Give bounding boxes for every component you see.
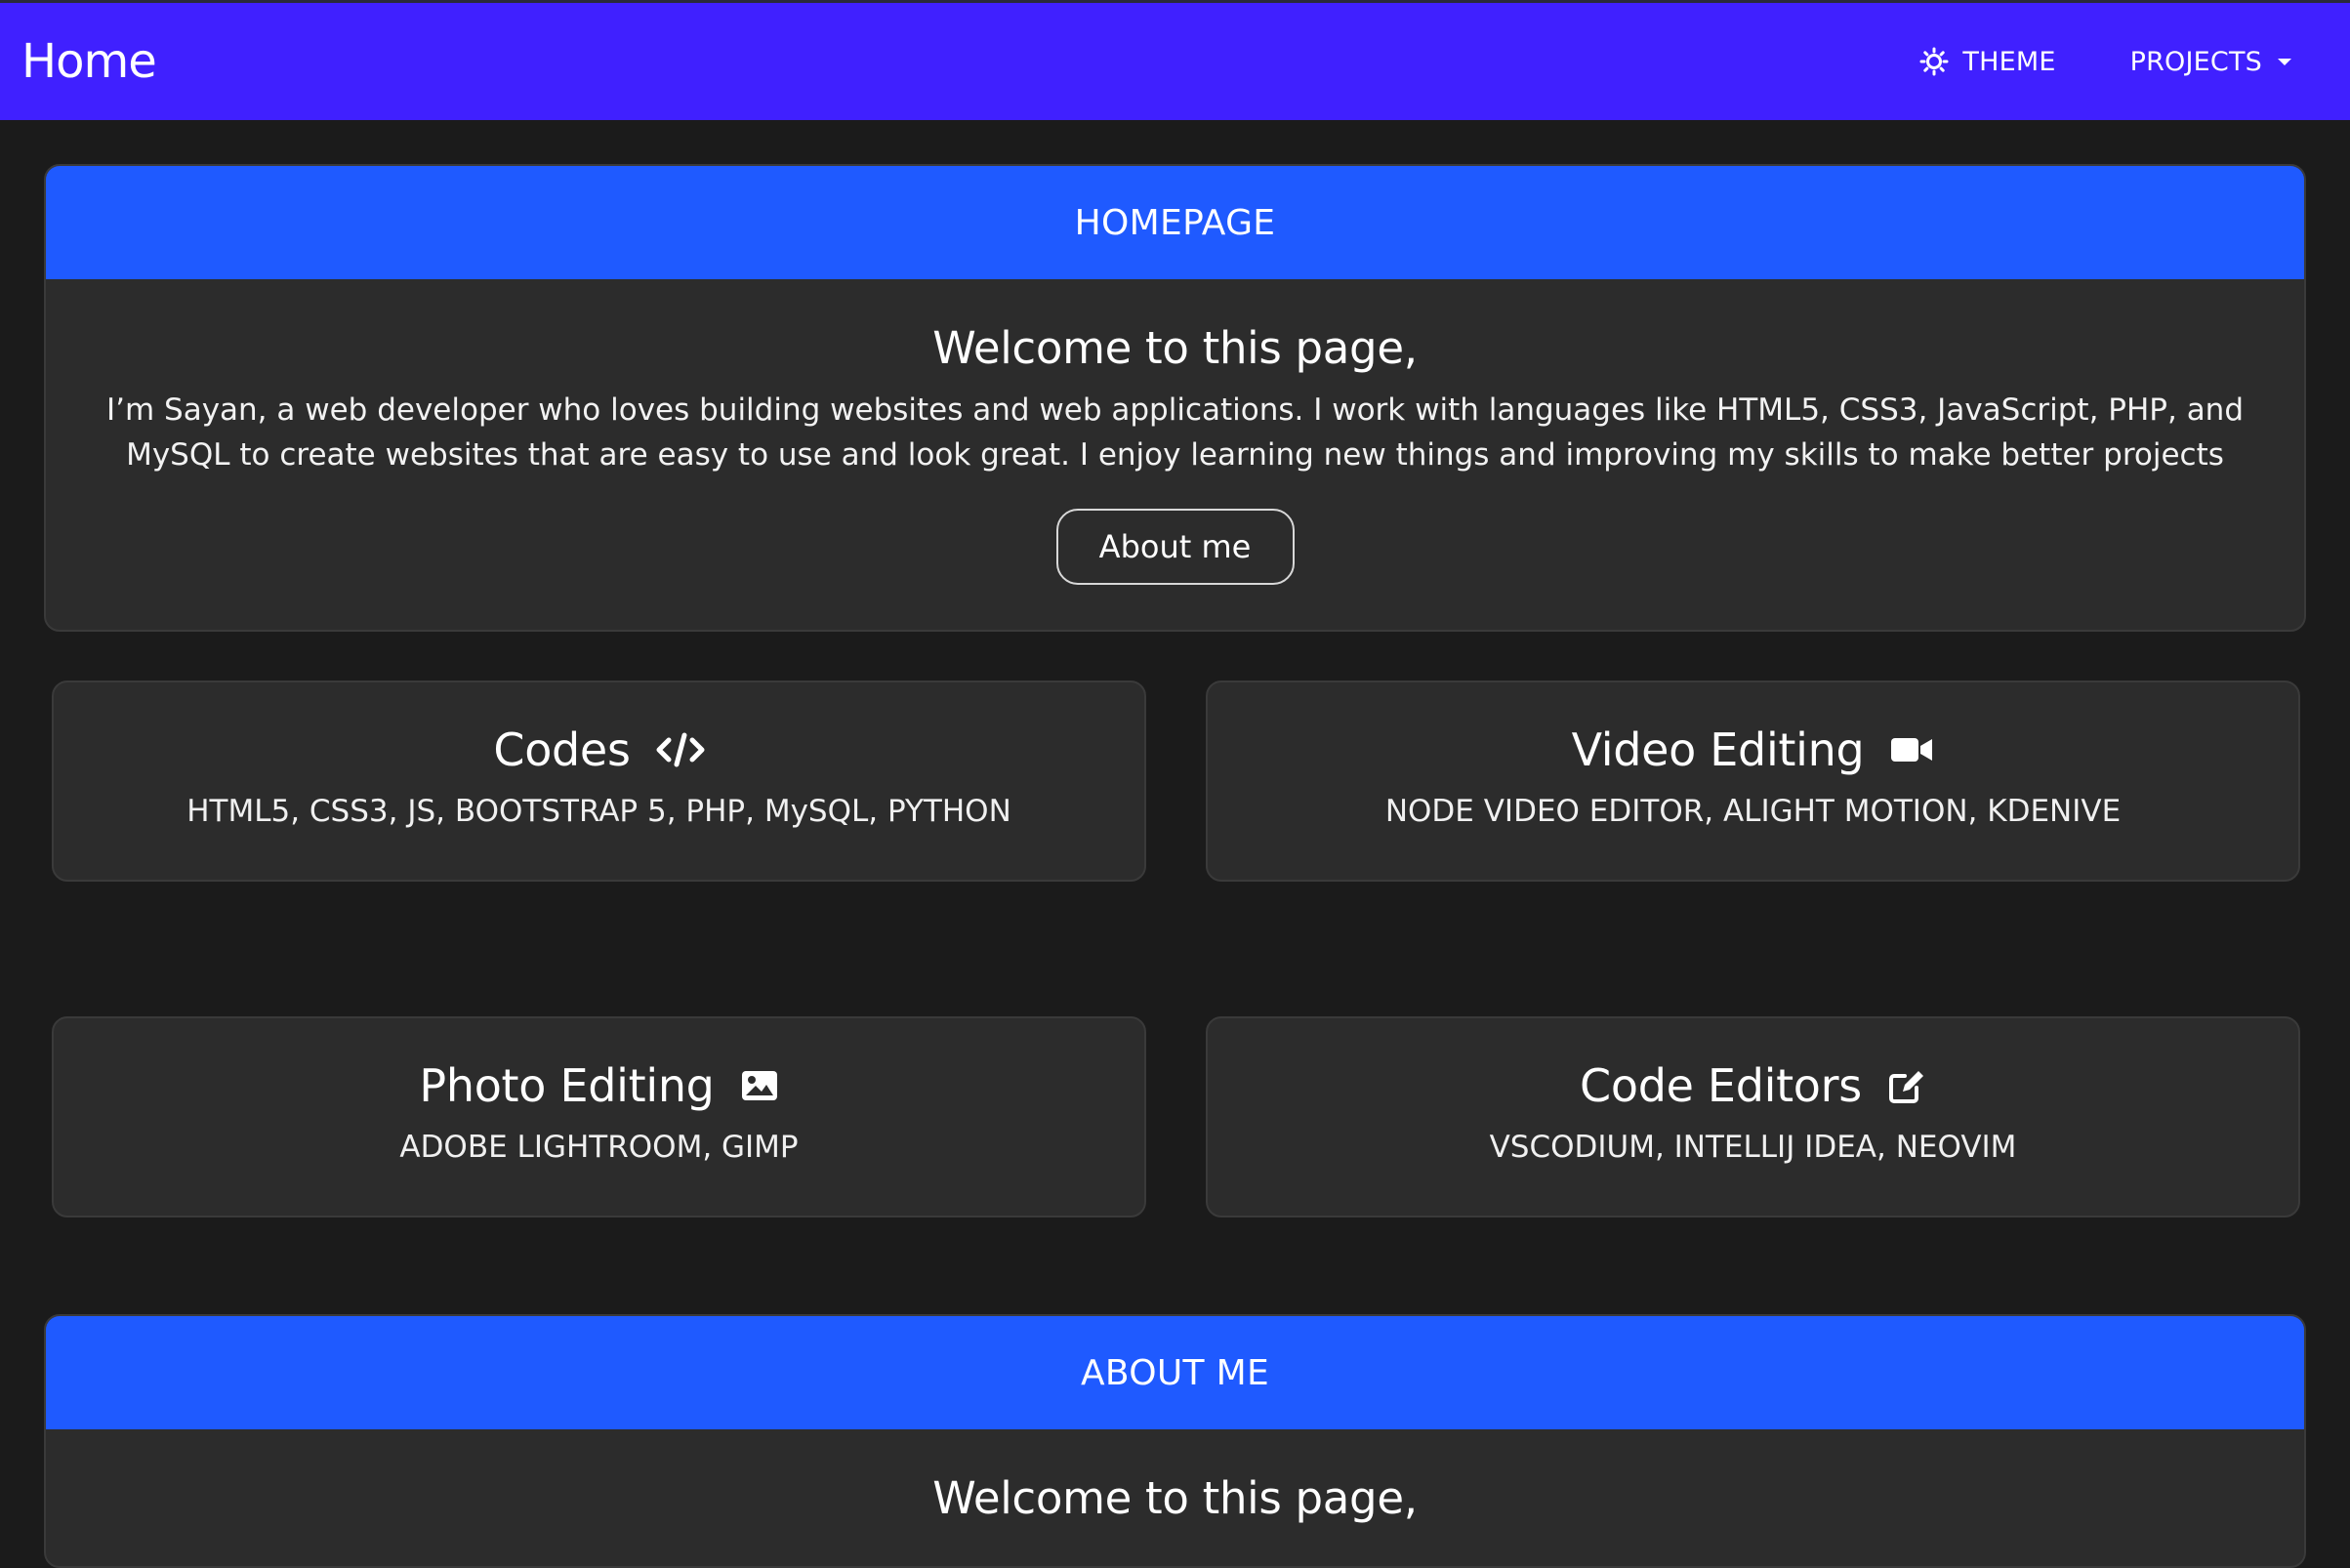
card-title-row: Code Editors <box>1208 1059 2298 1112</box>
about-me-body: Welcome to this page, <box>46 1472 2304 1524</box>
card-title: Codes <box>493 723 631 776</box>
code-editors-card: Code Editors VSCODIUM, INTELLIJ IDEA, NE… <box>1206 1016 2300 1217</box>
sun-icon <box>1919 47 1949 76</box>
about-me-section: ABOUT ME Welcome to this page, <box>44 1314 2306 1568</box>
video-camera-icon <box>1889 733 1934 766</box>
codes-card: Codes HTML5, CSS3, JS, BOOTSTRAP 5, PHP,… <box>52 681 1146 882</box>
theme-label: THEME <box>1962 46 2056 77</box>
homepage-body: Welcome to this page, I’m Sayan, a web d… <box>46 322 2304 628</box>
code-icon <box>656 730 705 769</box>
card-title-row: Codes <box>54 723 1144 776</box>
video-editing-card: Video Editing NODE VIDEO EDITOR, ALIGHT … <box>1206 681 2300 882</box>
card-text: NODE VIDEO EDITOR, ALIGHT MOTION, KDENIV… <box>1384 794 2122 829</box>
image-icon <box>740 1068 779 1103</box>
card-title-row: Video Editing <box>1208 723 2298 776</box>
card-title: Code Editors <box>1580 1059 1862 1112</box>
nav-right: THEME PROJECTS <box>1919 47 2293 77</box>
intro-paragraph: I’m Sayan, a web developer who loves bui… <box>105 392 2245 473</box>
card-title-row: Photo Editing <box>54 1059 1144 1112</box>
theme-toggle[interactable]: THEME <box>1919 47 2055 77</box>
about-me-header: ABOUT ME <box>46 1316 2304 1429</box>
card-title: Photo Editing <box>419 1059 715 1112</box>
card-title: Video Editing <box>1571 723 1865 776</box>
photo-editing-card: Photo Editing ADOBE LIGHTROOM, GIMP <box>52 1016 1146 1217</box>
about-me-button[interactable]: About me <box>1055 509 1295 585</box>
about-welcome-heading: Welcome to this page, <box>932 1472 1418 1524</box>
top-navbar: Home THEME PROJECTS <box>0 0 2350 120</box>
homepage-section: HOMEPAGE Welcome to this page, I’m Sayan… <box>44 164 2306 632</box>
card-text: HTML5, CSS3, JS, BOOTSTRAP 5, PHP, MySQL… <box>186 794 1011 829</box>
welcome-heading: Welcome to this page, <box>932 322 1418 374</box>
homepage-header: HOMEPAGE <box>46 166 2304 279</box>
brand-home-link[interactable]: Home <box>21 34 157 89</box>
projects-dropdown[interactable]: PROJECTS <box>2130 47 2293 77</box>
card-text: VSCODIUM, INTELLIJ IDEA, NEOVIM <box>1489 1130 2017 1165</box>
card-text: ADOBE LIGHTROOM, GIMP <box>399 1130 799 1165</box>
projects-label: PROJECTS <box>2129 46 2262 77</box>
edit-icon <box>1887 1066 1926 1105</box>
caret-down-icon <box>2276 56 2293 67</box>
